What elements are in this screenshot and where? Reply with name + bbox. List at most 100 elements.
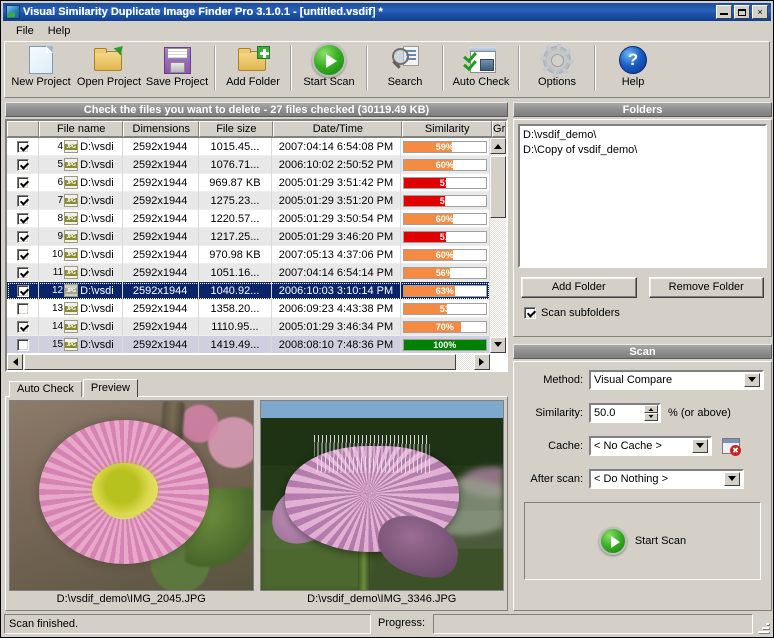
row-checkbox[interactable] — [17, 285, 29, 297]
resize-grip[interactable] — [756, 619, 770, 633]
scroll-down-button[interactable] — [490, 337, 506, 353]
options-button[interactable]: Options — [523, 42, 591, 95]
cell-file-size: 1051.16... — [199, 264, 273, 282]
chevron-down-icon[interactable] — [692, 439, 708, 453]
row-checkbox[interactable] — [17, 177, 29, 189]
similarity-decrement-button[interactable] — [644, 413, 658, 421]
row-index: 15 — [41, 339, 63, 350]
add-folder-panel-button[interactable]: Add Folder — [521, 277, 637, 298]
folder-list-item[interactable]: D:\Copy of vsdif_demo\ — [523, 143, 762, 158]
folder-list[interactable]: D:\vsdif_demo\D:\Copy of vsdif_demo\ — [518, 124, 767, 268]
preview-tabs: Auto Check Preview — [5, 379, 508, 397]
scroll-right-button[interactable] — [474, 354, 490, 370]
row-checkbox-cell[interactable] — [7, 138, 39, 156]
table-row[interactable]: 5D:\vsdi2592x19441076.71...2006:10:02 2:… — [7, 156, 490, 174]
add-folder-button[interactable]: Add Folder — [219, 42, 287, 95]
file-list-vertical-scrollbar[interactable] — [490, 138, 506, 353]
row-checkbox-cell[interactable] — [7, 156, 39, 174]
vertical-scroll-thumb[interactable] — [490, 156, 506, 218]
table-row[interactable]: 15D:\vsdi2592x19441419.49...2008:08:10 7… — [7, 336, 490, 353]
row-checkbox-cell[interactable] — [7, 210, 39, 228]
column-header-dimensions[interactable]: Dimensions — [123, 121, 199, 137]
horizontal-scroll-thumb[interactable] — [24, 354, 456, 370]
preview-right[interactable]: D:\vsdif_demo\IMG_3346.JPG — [257, 397, 508, 610]
folder-list-item[interactable]: D:\vsdif_demo\ — [523, 128, 762, 143]
help-button[interactable]: ? Help — [599, 42, 667, 95]
row-checkbox-cell[interactable] — [7, 300, 39, 318]
file-list-horizontal-scrollbar[interactable] — [7, 354, 490, 370]
application-window: Visual Similarity Duplicate Image Finder… — [0, 0, 774, 638]
row-checkbox[interactable] — [17, 159, 29, 171]
row-checkbox[interactable] — [17, 303, 29, 315]
close-button[interactable]: × — [752, 5, 768, 19]
table-row[interactable]: 7D:\vsdi2592x19441275.23...2005:01:29 3:… — [7, 192, 490, 210]
tab-auto-check[interactable]: Auto Check — [9, 381, 82, 397]
row-checkbox-cell[interactable] — [7, 246, 39, 264]
similarity-increment-button[interactable] — [644, 405, 658, 413]
table-row[interactable]: 6D:\vsdi2592x1944969.87 KB2005:01:29 3:5… — [7, 174, 490, 192]
table-row[interactable]: 10D:\vsdi2592x1944970.98 KB2007:05:13 4:… — [7, 246, 490, 264]
row-checkbox[interactable] — [17, 339, 29, 351]
table-row[interactable]: 8D:\vsdi2592x19441220.57...2005:01:29 3:… — [7, 210, 490, 228]
column-header-group[interactable]: Gr — [492, 121, 506, 137]
save-project-button[interactable]: Save Project — [143, 42, 211, 95]
minimize-button[interactable] — [716, 5, 732, 19]
column-header-file-size[interactable]: File size — [199, 121, 273, 137]
start-scan-button[interactable]: Start Scan — [524, 502, 761, 580]
table-row[interactable]: 12D:\vsdi2592x19441040.92...2006:10:03 3… — [7, 282, 490, 300]
row-checkbox-cell[interactable] — [7, 282, 39, 300]
table-row[interactable]: 13D:\vsdi2592x19441358.20...2006:09:23 4… — [7, 300, 490, 318]
chevron-down-icon[interactable] — [744, 373, 760, 387]
menu-item-help[interactable]: Help — [41, 23, 78, 39]
row-checkbox[interactable] — [17, 267, 29, 279]
preview-left[interactable]: D:\vsdif_demo\IMG_2045.JPG — [6, 397, 257, 610]
row-checkbox[interactable] — [17, 249, 29, 261]
row-checkbox-cell[interactable] — [7, 318, 39, 336]
file-list[interactable]: File name Dimensions File size Date/Time… — [5, 119, 508, 372]
column-header-check[interactable] — [7, 121, 39, 137]
clear-cache-icon[interactable] — [722, 438, 740, 454]
scroll-left-button[interactable] — [7, 354, 23, 370]
column-header-date-time[interactable]: Date/Time — [273, 121, 402, 137]
scan-subfolders-checkbox[interactable] — [524, 307, 536, 319]
scroll-up-button[interactable] — [490, 138, 506, 154]
preview-image-right[interactable] — [260, 400, 505, 591]
row-checkbox[interactable] — [17, 213, 29, 225]
row-checkbox-cell[interactable] — [7, 192, 39, 210]
row-index: 14 — [41, 321, 63, 332]
table-row[interactable]: 9D:\vsdi2592x19441217.25...2005:01:29 3:… — [7, 228, 490, 246]
remove-folder-button[interactable]: Remove Folder — [649, 277, 765, 298]
preview-image-left[interactable] — [9, 400, 254, 591]
search-button[interactable]: Search — [371, 42, 439, 95]
row-checkbox-cell[interactable] — [7, 264, 39, 282]
method-select[interactable]: Visual Compare — [589, 370, 764, 390]
start-scan-toolbar-button[interactable]: Start Scan — [295, 42, 363, 95]
column-header-similarity[interactable]: Similarity — [402, 121, 492, 137]
auto-check-button[interactable]: Auto Check — [447, 42, 515, 95]
open-project-button[interactable]: Open Project — [75, 42, 143, 95]
similarity-stepper[interactable]: 50.0 — [589, 403, 661, 423]
tab-preview[interactable]: Preview — [83, 379, 138, 397]
row-checkbox[interactable] — [17, 141, 29, 153]
column-header-file-name[interactable]: File name — [39, 121, 123, 137]
menu-item-file[interactable]: File — [9, 23, 41, 39]
table-row[interactable]: 11D:\vsdi2592x19441051.16...2007:04:14 6… — [7, 264, 490, 282]
row-checkbox[interactable] — [17, 231, 29, 243]
chevron-down-icon[interactable] — [724, 472, 740, 486]
cell-similarity: 100% — [401, 336, 490, 354]
row-checkbox-cell[interactable] — [7, 228, 39, 246]
row-checkbox[interactable] — [17, 195, 29, 207]
row-checkbox[interactable] — [17, 321, 29, 333]
file-name-text: D:\vsdi — [80, 159, 114, 171]
cache-select[interactable]: < No Cache > — [589, 436, 712, 456]
table-row[interactable]: 4D:\vsdi2592x19441015.45...2007:04:14 6:… — [7, 138, 490, 156]
new-project-button[interactable]: New Project — [7, 42, 75, 95]
row-checkbox-cell[interactable] — [7, 336, 39, 354]
table-row[interactable]: 14D:\vsdi2592x19441110.95...2005:01:29 3… — [7, 318, 490, 336]
after-scan-select[interactable]: < Do Nothing > — [589, 469, 744, 489]
scan-subfolders-row[interactable]: Scan subfolders — [518, 307, 767, 319]
method-label: Method: — [521, 374, 583, 386]
file-name-text: D:\vsdi — [80, 141, 114, 153]
row-checkbox-cell[interactable] — [7, 174, 39, 192]
maximize-button[interactable] — [734, 5, 750, 19]
